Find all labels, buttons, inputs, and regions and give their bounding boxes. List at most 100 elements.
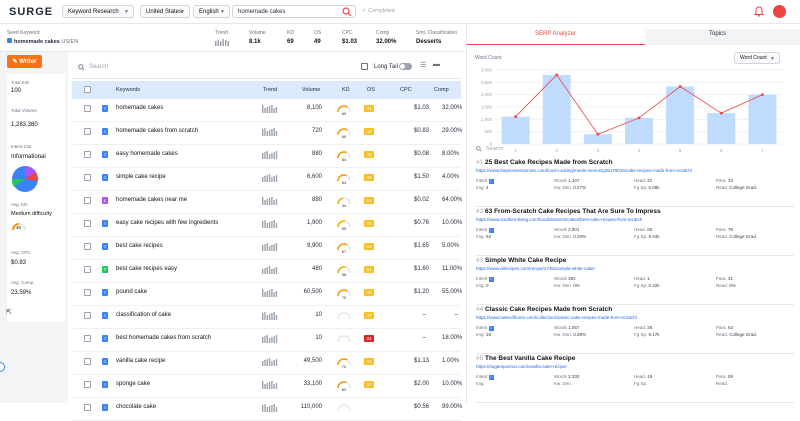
tab-topics[interactable]: Topics: [709, 31, 726, 37]
header-keywords[interactable]: Keywords: [116, 87, 140, 93]
result-url[interactable]: https://www.tasteofhome.com/collection/c…: [476, 315, 637, 320]
serp-result[interactable]: #2 63 From-Scratch Cake Recipes That Are…: [476, 208, 794, 256]
chart-bar[interactable]: [666, 86, 695, 144]
keyword-text[interactable]: pound cake: [116, 289, 147, 295]
result-fgsp-value: 9.44k: [648, 234, 660, 239]
row-checkbox[interactable]: [84, 312, 91, 319]
intent-badge: I: [102, 312, 108, 319]
table-row[interactable]: Lhomemade cakes near me 880 44 51 $0.02 64.00…: [72, 191, 462, 214]
result-title[interactable]: #5 The Best Vanilla Cake Recipe: [476, 355, 575, 362]
table-row[interactable]: Ieasy cake recipes with few ingredients 1…: [72, 214, 462, 237]
table-row[interactable]: Isponge cake 33,100 62 37 $2.00 10.00%: [72, 375, 462, 398]
keyword-text[interactable]: chocolate cake: [116, 404, 156, 410]
row-checkbox[interactable]: [84, 289, 91, 296]
keyword-text[interactable]: classification of cake: [116, 312, 171, 318]
table-row[interactable]: Isimple cake recipe 6,600 64 46 $1.50 4.00%: [72, 168, 461, 191]
result-title[interactable]: #2 63 From-Scratch Cake Recipes That Are…: [476, 208, 661, 215]
row-checkbox[interactable]: [84, 266, 91, 273]
serp-result[interactable]: #4 Classic Cake Recipes Made from Scratc…: [476, 306, 794, 354]
chart-point[interactable]: [555, 73, 559, 77]
keyword-text[interactable]: best cake recipes easy: [116, 266, 177, 272]
row-checkbox[interactable]: [84, 404, 91, 411]
row-checkbox[interactable]: [84, 197, 91, 204]
keyword-text[interactable]: homemade cakes near me: [116, 197, 187, 203]
result-para: Para. 33: [716, 178, 734, 183]
keyword-text[interactable]: easy cake recipes with few ingredients: [116, 220, 218, 226]
language-select[interactable]: English ▼: [193, 5, 230, 18]
header-kd[interactable]: KD: [342, 87, 350, 93]
table-row[interactable]: Tbest cake recipes easy 480 58 51 $1.60 11.00…: [72, 260, 462, 283]
keyword-text[interactable]: best homemade cakes from scratch: [116, 335, 211, 341]
table-row[interactable]: Ieasy homemade cakes 880 64 46 $0.08 8.00%: [72, 145, 461, 168]
chart-point[interactable]: [719, 111, 723, 115]
table-row[interactable]: Ihomemade cakes 8,100 69 41 $1.03 32.00%: [72, 99, 462, 122]
serp-result[interactable]: #5 The Best Vanilla Cake Recipe https://s…: [476, 355, 794, 403]
result-read: Read. 0%: [716, 283, 736, 288]
tab-serp-analyzer[interactable]: SERP Analyzer: [535, 31, 576, 37]
avatar[interactable]: [773, 5, 786, 18]
table-row[interactable]: Ipound cake 60,500 70 40 $1.20 55.00%: [72, 283, 462, 306]
export-icon[interactable]: ⇱: [6, 308, 12, 316]
result-url[interactable]: https://www.allrecipes.com/recipe/17481/…: [476, 266, 595, 271]
header-trend[interactable]: Trend: [263, 87, 277, 93]
row-checkbox[interactable]: [84, 381, 91, 388]
result-url[interactable]: https://sugarspunrun.com/vanilla-cake-re…: [476, 364, 567, 369]
keyword-text[interactable]: simple cake recipe: [116, 174, 166, 180]
row-checkbox[interactable]: [84, 151, 91, 158]
chart-point[interactable]: [761, 93, 764, 97]
table-row[interactable]: Ibest cake recipes 9,900 67 54 $1.65 5.00%: [72, 237, 461, 260]
select-all-checkbox[interactable]: [84, 86, 91, 93]
row-checkbox[interactable]: [84, 243, 91, 250]
result-title[interactable]: #4 Classic Cake Recipes Made from Scratc…: [476, 306, 612, 313]
keyword-text[interactable]: homemade cakes: [116, 105, 163, 111]
row-checkbox[interactable]: [84, 105, 91, 112]
table-row[interactable]: Ichocolate cake 110,000 $0.56 99.00%: [72, 398, 462, 421]
table-row[interactable]: Ivanilla cake recipe 49,500 70 41 $1.13 1.00%: [72, 352, 461, 375]
country-select[interactable]: United States ▼: [140, 5, 190, 18]
header-volume[interactable]: Volume: [302, 87, 320, 93]
keyword-text[interactable]: sponge cake: [116, 381, 150, 387]
result-url[interactable]: https://www.thepioneerwoman.com/food-coo…: [476, 168, 692, 173]
chart-point[interactable]: [637, 116, 641, 120]
word-count-select[interactable]: Word Count ▼: [734, 52, 780, 64]
serp-result[interactable]: #1 25 Best Cake Recipes Made from Scratc…: [476, 159, 794, 207]
row-checkbox[interactable]: [84, 358, 91, 365]
serp-search-input[interactable]: Search: [486, 146, 503, 152]
chart-bar[interactable]: [748, 94, 777, 144]
keyword-text[interactable]: easy homemade cakes: [116, 151, 178, 157]
chart-point[interactable]: [678, 85, 682, 88]
chart-bar[interactable]: [707, 113, 736, 144]
table-row[interactable]: Ibest homemade cakes from scratch 10 24 – 18…: [72, 329, 462, 352]
header-comp[interactable]: Comp: [434, 87, 449, 93]
bell-icon[interactable]: [754, 6, 764, 17]
toggle-switch[interactable]: [399, 63, 412, 70]
keyword-text[interactable]: homemade cakes from scratch: [116, 128, 198, 134]
filter-icon[interactable]: ☰: [420, 61, 426, 69]
row-checkbox[interactable]: [84, 174, 91, 181]
query-input[interactable]: homemade cakes: [232, 5, 356, 18]
chart-point[interactable]: [596, 132, 600, 136]
row-checkbox[interactable]: [84, 220, 91, 227]
tool-select[interactable]: Keyword Research ▼: [62, 5, 134, 18]
serp-result[interactable]: #3 Simple White Cake Recipe https://www.a…: [476, 257, 794, 305]
chart-bar[interactable]: [583, 134, 612, 144]
table-row[interactable]: Iclassification of cake 10 37 – –: [72, 306, 461, 329]
search-icon[interactable]: [342, 7, 352, 17]
long-tail-checkbox[interactable]: [361, 63, 368, 70]
result-title[interactable]: #3 Simple White Cake Recipe: [476, 257, 566, 264]
keyword-text[interactable]: best cake recipes: [116, 243, 163, 249]
header-os[interactable]: OS: [367, 87, 375, 93]
table-row[interactable]: Ihomemade cakes from scratch 720 69 42 $0.83…: [72, 122, 462, 145]
row-checkbox[interactable]: [84, 128, 91, 135]
result-url[interactable]: https://www.southernliving.com/food/dess…: [476, 217, 642, 222]
result-title[interactable]: #1 25 Best Cake Recipes Made from Scratc…: [476, 159, 613, 166]
folder-icon[interactable]: ▬: [433, 61, 440, 68]
keyword-text[interactable]: vanilla cake recipe: [116, 358, 165, 364]
table-search-input[interactable]: Search: [89, 64, 108, 70]
chart-bar[interactable]: [501, 116, 530, 144]
row-checkbox[interactable]: [84, 335, 91, 342]
header-cpc[interactable]: CPC: [400, 87, 412, 93]
chart-point[interactable]: [514, 115, 517, 119]
result-kwden: Kw. Den.: [554, 381, 573, 386]
writer-button[interactable]: ✎ Writer: [7, 55, 42, 68]
